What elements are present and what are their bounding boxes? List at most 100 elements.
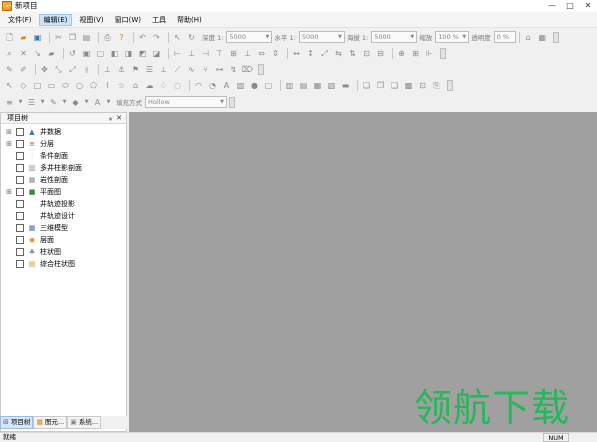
tree-item-surface[interactable]: ◉ 层面 <box>1 234 126 246</box>
menu-tools[interactable]: 工具 <box>148 14 170 26</box>
align-right-icon[interactable]: ⊣ <box>200 48 211 59</box>
arc-icon[interactable]: ◠ <box>193 80 204 91</box>
group-icon[interactable]: ▣ <box>81 48 92 59</box>
tab-elements[interactable]: ▦ 图元... <box>33 416 68 429</box>
ellipse-icon[interactable]: ⬭ <box>60 80 71 91</box>
dropdown-arrow-icon[interactable]: ▼ <box>62 97 67 108</box>
tree-checkbox[interactable] <box>16 248 24 256</box>
menu-view[interactable]: 视图(V) <box>75 14 107 26</box>
dropdown-arrow-icon[interactable]: ▼ <box>40 97 45 108</box>
tree-checkbox[interactable] <box>16 224 24 232</box>
flip-h-icon[interactable]: ⇆ <box>333 48 344 59</box>
copy-format-icon[interactable]: ❐ <box>375 80 386 91</box>
export-icon[interactable]: ⎘ <box>431 80 442 91</box>
scale-bar-icon[interactable]: ▬ <box>340 80 351 91</box>
zoom-select[interactable]: 100 % ▼ <box>435 31 470 43</box>
anchor-icon[interactable]: ⚓ <box>116 64 127 75</box>
help-icon[interactable]: ? <box>116 32 127 43</box>
align-bottom-icon[interactable]: ⊥ <box>242 48 253 59</box>
callout-icon[interactable]: ⌂ <box>130 80 141 91</box>
tree-item-lithology-section[interactable]: ▦ 岩性剖面 <box>1 174 126 186</box>
redo-icon[interactable]: ↷ <box>151 32 162 43</box>
dropdown-arrow-icon[interactable]: ▼ <box>18 97 23 108</box>
flip-v-icon[interactable]: ⇅ <box>347 48 358 59</box>
square-icon[interactable]: □ <box>32 80 43 91</box>
tree-checkbox[interactable] <box>16 176 24 184</box>
depth-scale-select[interactable]: 5000 ▼ <box>226 31 273 43</box>
new-file-icon[interactable]: 🗋 <box>4 32 15 43</box>
ruler-icon[interactable]: ⊩ <box>424 48 435 59</box>
pointer-icon[interactable]: ↖ <box>172 32 183 43</box>
fill-icon[interactable]: ● <box>249 80 260 91</box>
tree-item-multi-well-section[interactable]: ▥ 多井柱影剖面 <box>1 162 126 174</box>
copy-icon[interactable]: ❐ <box>67 32 78 43</box>
ungroup-icon[interactable]: ▢ <box>95 48 106 59</box>
refresh-icon[interactable]: ↻ <box>186 32 197 43</box>
freeform-icon[interactable]: ♢ <box>158 80 169 91</box>
chart-icon[interactable]: ▩ <box>403 80 414 91</box>
align-left-icon[interactable]: ⊢ <box>172 48 183 59</box>
backward-icon[interactable]: ◪ <box>151 48 162 59</box>
tree-item-conditional-section[interactable]: ⫶ 条件剖面 <box>1 150 126 162</box>
dropdown-arrow-icon[interactable]: ▼ <box>84 97 89 108</box>
minimize-button[interactable]: — <box>543 0 561 12</box>
menu-help[interactable]: 帮助(H) <box>173 14 206 26</box>
expand-icon[interactable]: ⊞ <box>5 128 13 136</box>
forward-icon[interactable]: ◩ <box>137 48 148 59</box>
select-icon[interactable]: ↖ <box>4 80 15 91</box>
align-center-icon[interactable]: ⊥ <box>186 48 197 59</box>
tree-checkbox[interactable] <box>16 140 24 148</box>
tree-checkbox[interactable] <box>16 188 24 196</box>
line-width-icon[interactable]: ☰ <box>26 97 37 108</box>
toolbar-overflow-handle[interactable] <box>258 63 264 75</box>
dropdown-arrow-icon[interactable]: ▼ <box>106 97 111 108</box>
same-height-icon[interactable]: ↕ <box>305 48 316 59</box>
curve-icon[interactable]: ∿ <box>186 64 197 75</box>
toolbar-overflow-handle[interactable] <box>229 96 235 108</box>
transparency-input[interactable]: 0 % <box>493 31 516 43</box>
tree-checkbox[interactable] <box>16 236 24 244</box>
table-icon[interactable]: ▦ <box>312 80 323 91</box>
align-middle-icon[interactable]: ⊞ <box>228 48 239 59</box>
polyline-icon[interactable]: ⌇ <box>102 80 113 91</box>
horizontal-scale-select[interactable]: 5000 ▼ <box>298 31 345 43</box>
bend-icon[interactable]: ↯ <box>228 64 239 75</box>
tree-item-plan-map[interactable]: ⊞ ■ 平面图 <box>1 186 126 198</box>
open-folder-icon[interactable]: ▰ <box>18 32 29 43</box>
image-icon[interactable]: ▨ <box>235 80 246 91</box>
row-icon[interactable]: ▤ <box>298 80 309 91</box>
text-icon[interactable]: A <box>221 80 232 91</box>
plane-scale-select[interactable]: 5000 ▼ <box>371 31 418 43</box>
move-icon[interactable]: ✥ <box>39 64 50 75</box>
column-icon[interactable]: ▥ <box>284 80 295 91</box>
node-icon[interactable]: ⊶ <box>214 64 225 75</box>
undo-icon[interactable]: ↶ <box>137 32 148 43</box>
menu-file[interactable]: 文件(F) <box>4 14 36 26</box>
rounded-rect-icon[interactable]: ▭ <box>46 80 57 91</box>
tree-checkbox[interactable] <box>16 260 24 268</box>
print-icon[interactable]: ⎙ <box>102 32 113 43</box>
expand-icon[interactable]: ⊞ <box>5 140 13 148</box>
insert-icon[interactable]: ⊥ <box>102 64 113 75</box>
cut-icon[interactable]: ✂ <box>53 32 64 43</box>
pin-icon[interactable]: ᵩ <box>109 113 112 124</box>
tab-system[interactable]: ▣ 系统... <box>67 416 102 429</box>
mark-icon[interactable]: ⚑ <box>130 64 141 75</box>
fork-icon[interactable]: ⑂ <box>200 64 211 75</box>
star-icon[interactable]: ☆ <box>116 80 127 91</box>
polygon-icon[interactable]: ⬠ <box>88 80 99 91</box>
grid-icon[interactable]: ⊞ <box>410 48 421 59</box>
tree-checkbox[interactable] <box>16 128 24 136</box>
close-panel-button[interactable]: ✕ <box>116 113 122 124</box>
menu-edit[interactable]: 编辑(E) <box>38 13 73 26</box>
menu-window[interactable]: 窗口(W) <box>111 14 145 26</box>
distribute-v-icon[interactable]: ⇕ <box>270 48 281 59</box>
trim-icon[interactable]: ⌦ <box>242 64 253 75</box>
toolbar-overflow-handle[interactable] <box>447 79 453 91</box>
fill-mode-select[interactable]: Hollow ▼ <box>145 96 227 108</box>
tree-item-3d-model[interactable]: ▦ 三维模型 <box>1 222 126 234</box>
line-style-icon[interactable]: ≡ <box>4 97 15 108</box>
back-icon[interactable]: ◨ <box>123 48 134 59</box>
bubble-icon[interactable]: ◌ <box>172 80 183 91</box>
tree-checkbox[interactable] <box>16 212 24 220</box>
